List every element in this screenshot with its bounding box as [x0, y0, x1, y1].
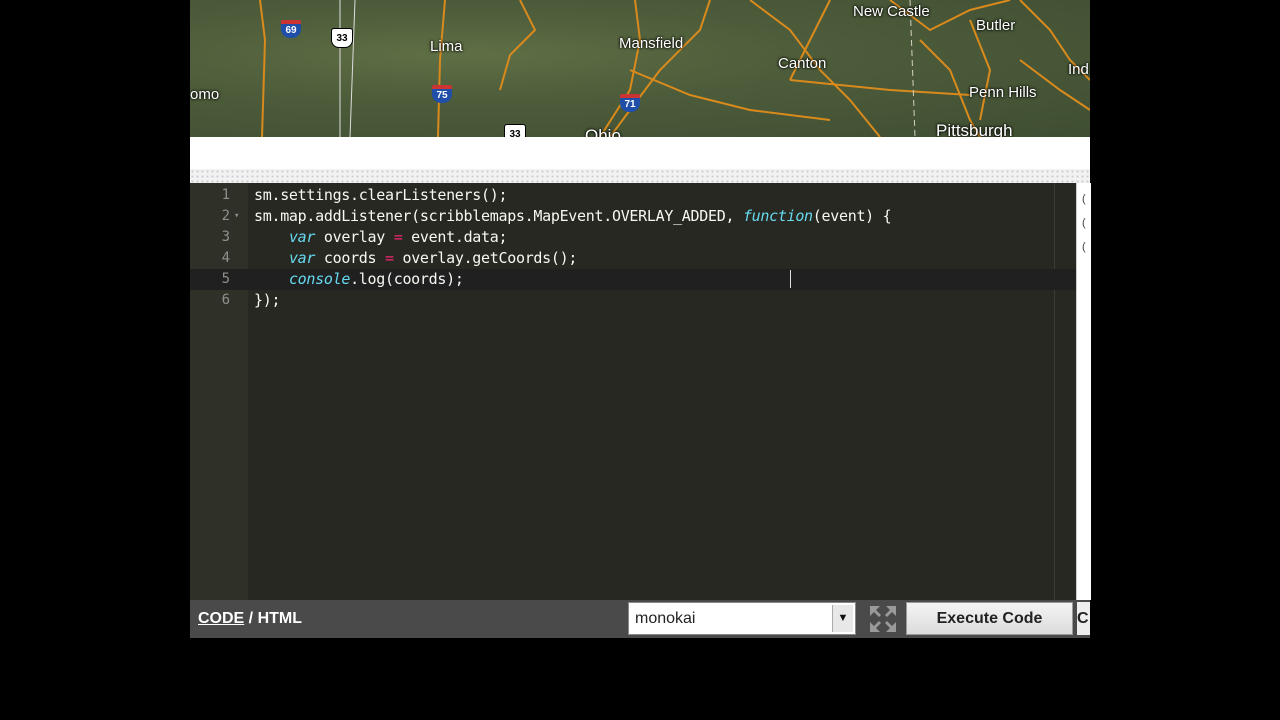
line-number: 5: [221, 271, 230, 287]
map-roads: [259, 0, 1090, 137]
side-panel-scrollbar[interactable]: ( ( (: [1076, 183, 1091, 600]
code-line[interactable]: 1 sm.settings.clearListeners();: [190, 185, 1076, 206]
us-route-33-shield-south: 33: [504, 124, 526, 137]
map-label-partial-left: omo: [190, 86, 220, 103]
code-line[interactable]: 6 });: [190, 290, 1076, 311]
panel-divider[interactable]: [190, 137, 1090, 183]
map-label-penn-hills: Penn Hills: [969, 84, 1037, 101]
map-label-partial-right: Ind: [1068, 61, 1089, 78]
us-route-33-shield: 33: [331, 28, 353, 48]
map-label-lima: Lima: [430, 38, 463, 55]
code-editor-app: Lima Mansfield Canton New Castle Butler …: [190, 0, 1091, 720]
fold-toggle-icon[interactable]: ▾: [234, 206, 239, 227]
code-line[interactable]: 2 ▾ sm.map.addListener(scribblemaps.MapE…: [190, 206, 1076, 227]
side-mark: (: [1082, 217, 1086, 229]
interstate-71-shield: 71: [620, 94, 640, 112]
theme-select-value: monokai: [635, 610, 696, 627]
code-text: var overlay = event.data;: [288, 228, 508, 246]
code-text: });: [254, 291, 281, 309]
code-mode-link[interactable]: CODE: [198, 610, 244, 627]
line-number: 4: [221, 250, 230, 266]
code-text: sm.settings.clearListeners();: [254, 186, 508, 204]
map-label-canton: Canton: [778, 55, 827, 72]
side-mark: (: [1082, 241, 1086, 253]
line-number: 1: [221, 187, 230, 203]
clear-button-partial[interactable]: C: [1077, 602, 1090, 635]
map-label-new-castle: New Castle: [853, 3, 930, 20]
code-text: sm.map.addListener(scribblemaps.MapEvent…: [254, 207, 892, 225]
side-mark: (: [1082, 193, 1086, 205]
line-number: 6: [221, 292, 230, 308]
mode-separator: /: [244, 610, 258, 627]
html-mode-link[interactable]: HTML: [258, 610, 302, 627]
code-line[interactable]: 3 var overlay = event.data;: [190, 227, 1076, 248]
text-cursor-icon: [790, 270, 792, 290]
code-text: var coords = overlay.getCoords();: [288, 249, 578, 267]
line-number: 3: [221, 229, 230, 245]
map-label-mansfield: Mansfield: [619, 35, 684, 52]
code-line[interactable]: 4 var coords = overlay.getCoords();: [190, 248, 1076, 269]
map-label-pittsburgh: Pittsburgh: [936, 121, 1013, 137]
mode-switch: CODE / HTML: [198, 610, 302, 628]
fullscreen-icon[interactable]: [868, 604, 898, 634]
chevron-down-icon[interactable]: ▼: [832, 605, 853, 632]
map-label-state: Ohio: [585, 126, 621, 137]
editor-toolbar: CODE / HTML monokai ▼ Execute Code C: [190, 600, 1090, 638]
map-view[interactable]: Lima Mansfield Canton New Castle Butler …: [190, 0, 1090, 137]
code-editor[interactable]: 1 sm.settings.clearListeners(); 2 ▾ sm.m…: [190, 183, 1076, 600]
resize-handle[interactable]: [190, 169, 1090, 183]
theme-select[interactable]: monokai ▼: [628, 602, 856, 635]
code-line-active[interactable]: 5 console.log(coords);: [190, 269, 1076, 290]
line-number: 2: [221, 208, 230, 224]
interstate-69-shield: 69: [281, 20, 301, 38]
code-text: console.log(coords);: [288, 270, 464, 288]
interstate-75-shield: 75: [432, 85, 452, 103]
execute-code-button[interactable]: Execute Code: [906, 602, 1073, 635]
map-label-butler: Butler: [976, 17, 1016, 34]
